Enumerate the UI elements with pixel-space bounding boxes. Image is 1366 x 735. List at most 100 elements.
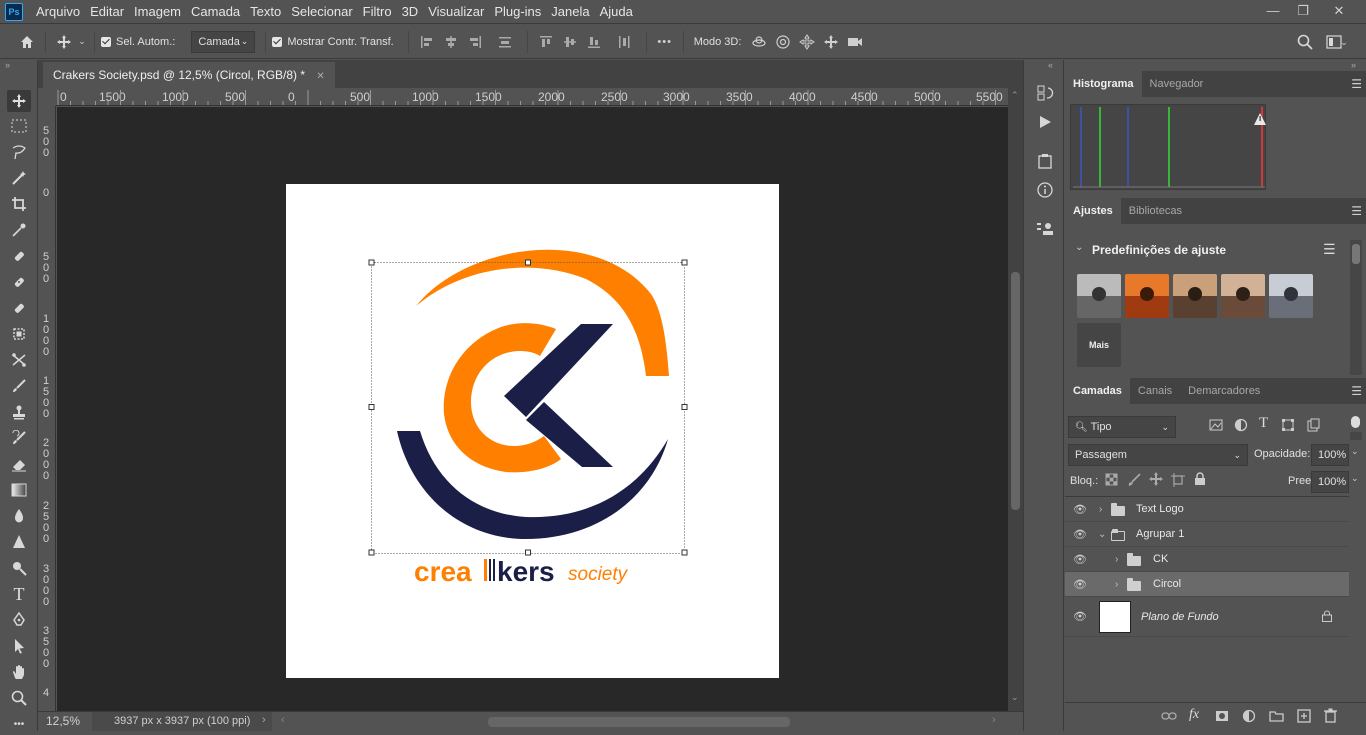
properties-icon[interactable]	[1034, 218, 1056, 240]
brush-tool-icon[interactable]	[7, 375, 31, 397]
chevron-down-icon[interactable]: ⌄	[1075, 242, 1083, 253]
zoom-tool-icon[interactable]	[7, 687, 31, 709]
scroll-right-icon[interactable]: ›	[992, 714, 996, 726]
chevron-right-icon[interactable]: ›	[262, 714, 266, 726]
blur-tool-icon[interactable]	[7, 505, 31, 527]
align-right-icon[interactable]	[463, 30, 487, 54]
tab-ajustes[interactable]: Ajustes	[1065, 198, 1121, 224]
lock-position-icon[interactable]	[1149, 472, 1163, 489]
visibility-eye-icon[interactable]: 👁︎	[1072, 528, 1088, 541]
preset-thumbnail-cool[interactable]	[1269, 274, 1313, 318]
chevron-down-icon[interactable]: ⌄	[76, 30, 88, 54]
align-center-icon[interactable]	[439, 30, 463, 54]
menu-janela[interactable]: Janela	[546, 0, 594, 24]
filter-smart-object-icon[interactable]	[1306, 418, 1320, 435]
layer-row-circol[interactable]: 👁︎ › Circol	[1065, 572, 1349, 597]
lock-artboard-icon[interactable]	[1171, 473, 1185, 490]
eraser-tool-icon[interactable]	[7, 453, 31, 475]
new-adjustment-layer-icon[interactable]	[1242, 709, 1256, 726]
content-aware-tool-icon[interactable]	[7, 323, 31, 345]
slide-3d-icon[interactable]	[819, 30, 843, 54]
auto-select-checkbox[interactable]	[101, 36, 111, 47]
lock-transparent-icon[interactable]	[1105, 473, 1118, 489]
show-transform-checkbox[interactable]	[272, 36, 283, 47]
menu-editar[interactable]: Editar	[85, 0, 129, 24]
clone-stamp-tool-icon[interactable]	[7, 401, 31, 423]
adjustments-scrollbar[interactable]	[1350, 240, 1362, 375]
new-layer-icon[interactable]	[1297, 709, 1311, 726]
more-tools-icon[interactable]: •••	[7, 713, 31, 735]
layer-filter-select[interactable]: 🔍︎ Tipo ⌄	[1068, 416, 1176, 438]
lock-image-icon[interactable]	[1128, 473, 1141, 489]
document-tab[interactable]: Crakers Society.psd @ 12,5% (Circol, RGB…	[43, 62, 335, 88]
chevron-right-icon[interactable]: ›	[1115, 554, 1118, 565]
list-view-icon[interactable]: ☰	[1323, 241, 1336, 258]
preset-thumbnail-bw[interactable]	[1077, 274, 1121, 318]
distribute-icon[interactable]	[493, 30, 517, 54]
add-mask-icon[interactable]	[1215, 709, 1229, 726]
hand-tool-icon[interactable]	[7, 661, 31, 683]
chevron-down-icon[interactable]: ⌄	[1338, 30, 1350, 54]
chevron-right-icon[interactable]: ›	[1115, 579, 1118, 590]
tab-navegador[interactable]: Navegador	[1142, 71, 1212, 97]
layer-name[interactable]: Agrupar 1	[1136, 528, 1184, 540]
menu-plugins[interactable]: Plug-ins	[489, 0, 546, 24]
camera-3d-icon[interactable]	[843, 30, 867, 54]
roll-3d-icon[interactable]	[771, 30, 795, 54]
chevron-down-icon[interactable]: ⌄	[1098, 529, 1106, 540]
visibility-eye-icon[interactable]: 👁︎	[1072, 553, 1088, 566]
filter-adjustment-icon[interactable]	[1234, 418, 1248, 435]
opacity-input[interactable]: 100%	[1311, 444, 1349, 466]
tab-camadas[interactable]: Camadas	[1065, 378, 1130, 404]
horizontal-scroll-thumb[interactable]	[488, 717, 790, 727]
history-brush-tool-icon[interactable]	[7, 427, 31, 449]
menu-texto[interactable]: Texto	[245, 0, 286, 24]
collapse-icon[interactable]: »	[1351, 60, 1356, 70]
panel-menu-icon[interactable]: ☰	[1351, 71, 1362, 97]
patch-tool-icon[interactable]	[7, 297, 31, 319]
healing-brush-tool-icon[interactable]	[7, 245, 31, 267]
home-icon[interactable]	[15, 30, 39, 54]
path-selection-tool-icon[interactable]	[7, 635, 31, 657]
move-tool-icon[interactable]	[7, 90, 31, 112]
layer-row-plano-de-fundo[interactable]: 👁︎ Plano de Fundo	[1065, 597, 1349, 637]
filter-toggle[interactable]	[1351, 416, 1360, 428]
fill-input[interactable]: 100%	[1311, 471, 1349, 493]
visibility-eye-icon[interactable]: 👁︎	[1072, 610, 1088, 623]
link-layers-icon[interactable]	[1161, 710, 1177, 725]
layer-name[interactable]: Circol	[1153, 578, 1181, 590]
auto-select-target-select[interactable]: Camada ⌄	[191, 30, 256, 53]
preset-thumbnail-sepia[interactable]	[1221, 274, 1265, 318]
close-window-button[interactable]: ✕	[1324, 0, 1354, 22]
bandage-tool-icon[interactable]	[7, 271, 31, 293]
minimize-button[interactable]: —	[1258, 0, 1288, 22]
layer-style-fx-icon[interactable]: fx	[1189, 707, 1199, 723]
layer-row-text-logo[interactable]: 👁︎ › Text Logo	[1065, 497, 1349, 522]
menu-ajuda[interactable]: Ajuda	[595, 0, 638, 24]
menu-3d[interactable]: 3D	[397, 0, 424, 24]
tab-canais[interactable]: Canais	[1130, 378, 1180, 404]
orbit-3d-icon[interactable]	[747, 30, 771, 54]
layer-name[interactable]: CK	[1153, 553, 1168, 565]
adjustment-presets-title[interactable]: Predefinições de ajuste	[1092, 243, 1226, 257]
document-size-info[interactable]: 3937 px x 3937 px (100 ppi)	[114, 715, 250, 727]
layer-row-ck[interactable]: 👁︎ › CK	[1065, 547, 1349, 572]
menu-visualizar[interactable]: Visualizar	[423, 0, 489, 24]
filter-shape-icon[interactable]	[1281, 418, 1295, 435]
crop-tool-icon[interactable]	[7, 193, 31, 215]
panel-menu-icon[interactable]: ☰	[1351, 198, 1362, 224]
distribute-vertical-icon[interactable]	[612, 30, 636, 54]
tab-bibliotecas[interactable]: Bibliotecas	[1121, 198, 1190, 224]
tab-histograma[interactable]: Histograma	[1065, 71, 1142, 97]
dodge-tool-icon[interactable]	[7, 557, 31, 579]
layer-row-agrupar-1[interactable]: 👁︎ ⌄ Agrupar 1	[1065, 522, 1349, 547]
vertical-scroll-thumb[interactable]	[1011, 272, 1020, 510]
more-presets-button[interactable]: Mais	[1077, 323, 1121, 367]
move-tool-icon[interactable]	[52, 30, 76, 54]
pen-tool-icon[interactable]	[7, 609, 31, 631]
menu-selecionar[interactable]: Selecionar	[286, 0, 357, 24]
menu-arquivo[interactable]: Arquivo	[31, 0, 85, 24]
align-bottom-icon[interactable]	[582, 30, 606, 54]
restore-button[interactable]: ❐	[1288, 0, 1318, 22]
pan-3d-icon[interactable]	[795, 30, 819, 54]
